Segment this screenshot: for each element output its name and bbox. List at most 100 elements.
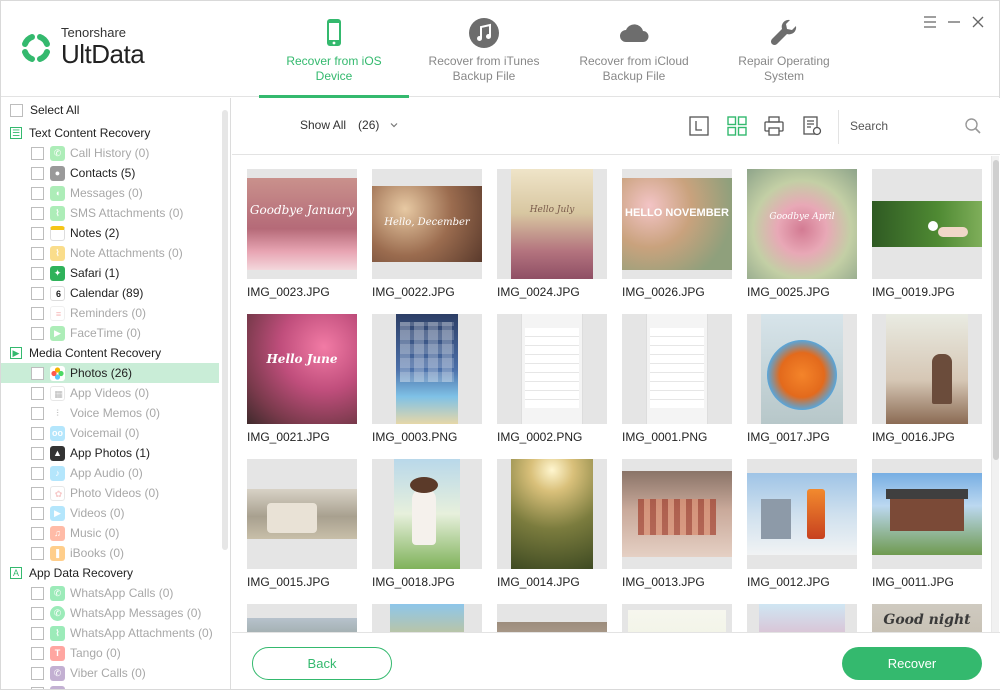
photo-item[interactable]: Hello June IMG_0021.JPG <box>247 314 357 444</box>
sidebar-item-facetime[interactable]: ▶ FaceTime (0) <box>1 323 219 343</box>
item-checkbox[interactable] <box>31 246 44 260</box>
minimize-icon[interactable] <box>947 15 961 29</box>
grid-view-icon[interactable] <box>726 115 748 137</box>
item-checkbox[interactable] <box>31 226 44 240</box>
sidebar-item-viber-calls[interactable]: ✆ Viber Calls (0) <box>1 663 219 683</box>
sidebar-item-calendar[interactable]: 6 Calendar (89) <box>1 283 219 303</box>
close-icon[interactable] <box>971 15 985 29</box>
item-checkbox[interactable] <box>31 386 44 400</box>
photo-item[interactable] <box>497 604 607 632</box>
photo-item[interactable] <box>372 604 482 632</box>
print-icon[interactable] <box>763 115 785 137</box>
sidebar-item-whatsapp-attachments[interactable]: ⌇ WhatsApp Attachments (0) <box>1 623 219 643</box>
item-checkbox[interactable] <box>31 526 44 540</box>
sidebar-item-ibooks[interactable]: ❚ iBooks (0) <box>1 543 219 563</box>
sidebar-item-reminders[interactable]: ≡ Reminders (0) <box>1 303 219 323</box>
photo-item[interactable]: IMG_0012.JPG <box>747 459 857 589</box>
photo-item[interactable]: IMG_0019.JPG <box>872 169 982 299</box>
menu-icon[interactable] <box>923 15 937 29</box>
sidebar-item-whatsapp-messages[interactable]: ✆ WhatsApp Messages (0) <box>1 603 219 623</box>
photo-item[interactable]: Good night <box>872 604 982 632</box>
sidebar-item-voicemail[interactable]: oo Voicemail (0) <box>1 423 219 443</box>
sidebar-item-contacts[interactable]: ● Contacts (5) <box>1 163 219 183</box>
item-checkbox[interactable] <box>31 146 44 160</box>
photo-item[interactable]: Goodbye January IMG_0023.JPG <box>247 169 357 299</box>
sidebar-item-photo-videos[interactable]: ✿ Photo Videos (0) <box>1 483 219 503</box>
sidebar-item-note-attachments[interactable]: ⌇ Note Attachments (0) <box>1 243 219 263</box>
photo-item[interactable]: Hello, December IMG_0022.JPG <box>372 169 482 299</box>
photo-item[interactable]: IMG_0011.JPG <box>872 459 982 589</box>
sidebar-item-whatsapp-calls[interactable]: ✆ WhatsApp Calls (0) <box>1 583 219 603</box>
item-checkbox[interactable] <box>31 606 44 620</box>
photo-item[interactable] <box>747 604 857 632</box>
select-all-row[interactable]: Select All <box>1 100 219 120</box>
item-checkbox[interactable] <box>31 326 44 340</box>
recover-button[interactable]: Recover <box>842 647 982 680</box>
sidebar-item-app-photos[interactable]: ▲ App Photos (1) <box>1 443 219 463</box>
category-media-content[interactable]: ▶ Media Content Recovery <box>1 343 219 363</box>
photo-item[interactable]: IMG_0015.JPG <box>247 459 357 589</box>
item-checkbox[interactable] <box>31 506 44 520</box>
item-checkbox[interactable] <box>31 686 44 689</box>
photo-item[interactable]: IMG_0018.JPG <box>372 459 482 589</box>
item-checkbox[interactable] <box>31 486 44 500</box>
item-checkbox[interactable] <box>31 206 44 220</box>
item-checkbox[interactable] <box>31 666 44 680</box>
item-checkbox[interactable] <box>31 546 44 560</box>
item-checkbox[interactable] <box>31 286 44 300</box>
search-input[interactable] <box>850 116 960 136</box>
sidebar-item-safari[interactable]: ✦ Safari (1) <box>1 263 219 283</box>
sidebar-item-next[interactable] <box>1 683 219 689</box>
category-text-content[interactable]: ☰ Text Content Recovery <box>1 123 219 143</box>
sidebar-item-messages[interactable]: ◖ Messages (0) <box>1 183 219 203</box>
item-checkbox[interactable] <box>31 466 44 480</box>
export-settings-icon[interactable] <box>801 115 823 137</box>
tab-repair-operating-system[interactable]: Repair Operating System <box>709 1 859 97</box>
photo-item[interactable] <box>622 604 732 632</box>
sidebar-item-call-history[interactable]: ✆ Call History (0) <box>1 143 219 163</box>
photo-item[interactable]: IMG_0002.PNG <box>497 314 607 444</box>
item-checkbox[interactable] <box>31 626 44 640</box>
item-checkbox[interactable] <box>31 646 44 660</box>
item-checkbox[interactable] <box>31 306 44 320</box>
item-checkbox[interactable] <box>31 366 44 380</box>
sidebar-item-voice-memos[interactable]: ⫶ Voice Memos (0) <box>1 403 219 423</box>
sidebar-item-app-videos[interactable]: ▦ App Videos (0) <box>1 383 219 403</box>
sidebar-item-notes[interactable]: Notes (2) <box>1 223 219 243</box>
list-view-icon[interactable] <box>688 115 710 137</box>
item-checkbox[interactable] <box>31 266 44 280</box>
scrollbar-thumb[interactable] <box>993 160 999 460</box>
category-app-data[interactable]: A App Data Recovery <box>1 563 219 583</box>
photo-item[interactable]: IMG_0017.JPG <box>747 314 857 444</box>
photo-item[interactable]: Hello July IMG_0024.JPG <box>497 169 607 299</box>
photo-item[interactable]: IMG_0016.JPG <box>872 314 982 444</box>
item-checkbox[interactable] <box>31 406 44 420</box>
photo-item[interactable]: HELLO NOVEMBER IMG_0026.JPG <box>622 169 732 299</box>
sidebar-item-app-audio[interactable]: ♪ App Audio (0) <box>1 463 219 483</box>
item-checkbox[interactable] <box>31 166 44 180</box>
sidebar-item-videos[interactable]: ▶ Videos (0) <box>1 503 219 523</box>
photo-item[interactable] <box>247 604 357 632</box>
sidebar-item-music[interactable]: ♫ Music (0) <box>1 523 219 543</box>
item-checkbox[interactable] <box>31 446 44 460</box>
item-checkbox[interactable] <box>31 186 44 200</box>
sidebar-scrollbar[interactable] <box>222 110 228 550</box>
tab-recover-from-icloud-backup[interactable]: Recover from iCloud Backup File <box>559 1 709 97</box>
sidebar-item-photos[interactable]: Photos (26) <box>1 363 219 383</box>
photo-item[interactable]: IMG_0003.PNG <box>372 314 482 444</box>
tab-recover-from-itunes-backup[interactable]: Recover from iTunes Backup File <box>409 1 559 97</box>
select-all-checkbox[interactable] <box>10 103 23 117</box>
tab-recover-from-ios-device[interactable]: Recover from iOS Device <box>259 1 409 98</box>
photo-grid-scrollbar[interactable] <box>991 156 999 632</box>
search-icon[interactable] <box>964 117 982 135</box>
photo-item[interactable]: IMG_0013.JPG <box>622 459 732 589</box>
sidebar-item-sms-attachments[interactable]: ⌇ SMS Attachments (0) <box>1 203 219 223</box>
photo-item[interactable]: IMG_0001.PNG <box>622 314 732 444</box>
back-button[interactable]: Back <box>252 647 392 680</box>
show-all-dropdown[interactable]: Show All (26) <box>300 118 399 132</box>
item-checkbox[interactable] <box>31 426 44 440</box>
photo-item[interactable]: IMG_0014.JPG <box>497 459 607 589</box>
sidebar-item-tango[interactable]: T Tango (0) <box>1 643 219 663</box>
photo-item[interactable]: Goodbye April IMG_0025.JPG <box>747 169 857 299</box>
item-checkbox[interactable] <box>31 586 44 600</box>
